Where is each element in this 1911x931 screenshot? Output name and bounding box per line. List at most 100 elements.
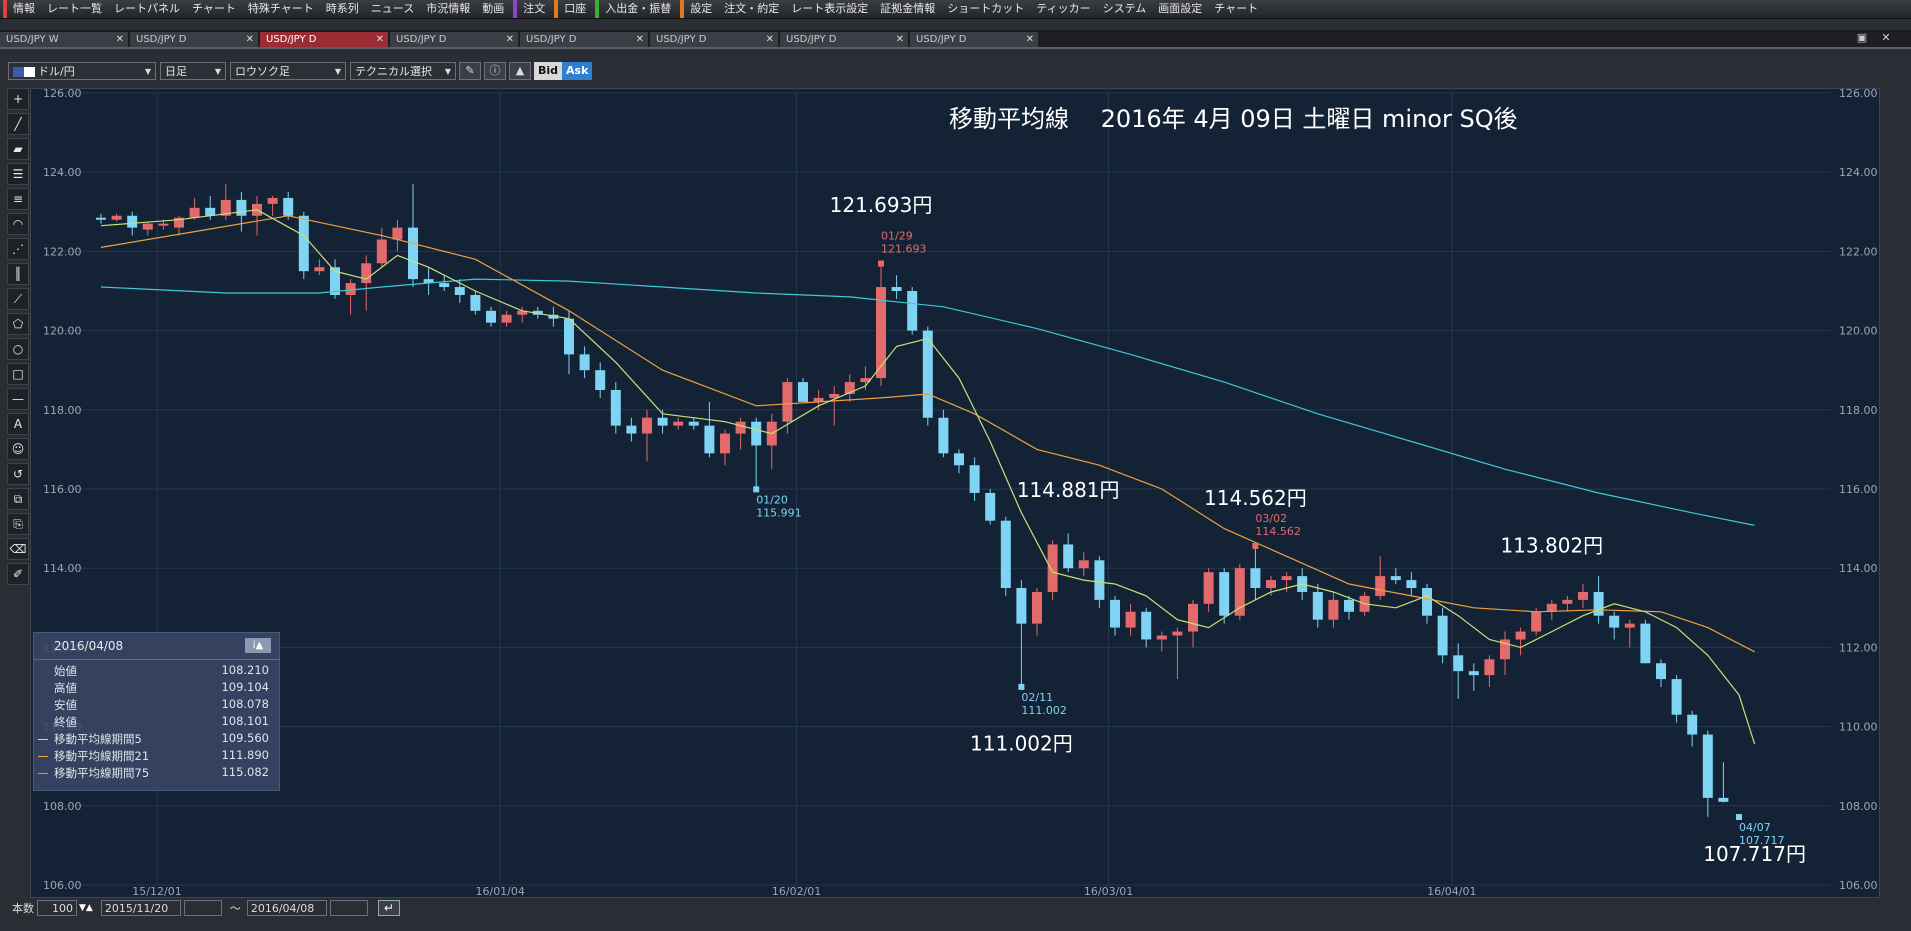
period-select[interactable]: 日足 ▼ <box>160 62 226 80</box>
candle-body <box>1687 714 1698 735</box>
restore-icon[interactable]: ▣ <box>1852 30 1872 45</box>
menu-item-16[interactable]: ショートカット <box>941 0 1030 18</box>
ruler-icon[interactable]: ▰ <box>7 138 29 160</box>
chart-tab[interactable]: USD/JPY D ✕ <box>780 32 908 47</box>
pitchfork-icon[interactable]: ⟋ <box>7 288 29 310</box>
to-date-field[interactable]: 2016/04/08 <box>246 900 327 916</box>
circle-icon[interactable]: ○ <box>7 338 29 360</box>
candle-body <box>1702 734 1713 798</box>
menu-item-7[interactable]: 市況情報 <box>420 0 476 18</box>
info-row: 始値 108.210 <box>34 663 279 680</box>
info-value: 109.104 <box>221 680 269 694</box>
candle-body <box>1219 572 1230 616</box>
count-field[interactable]: 100 <box>37 900 77 916</box>
pentagon-icon[interactable]: ⬠ <box>7 313 29 335</box>
eraser-all-icon[interactable]: ✐ <box>7 563 29 585</box>
chart-area[interactable]: 126.00 126.00 124.00 124.00 122.00 122.00 120.… <box>30 87 1880 898</box>
menu-item-15[interactable]: 証拠金情報 <box>874 0 941 18</box>
from-time-field[interactable] <box>183 900 222 916</box>
menu-item-20[interactable]: チャート <box>1208 0 1264 18</box>
trendline-icon[interactable]: ╱ <box>7 113 29 135</box>
candle-body <box>1141 611 1152 640</box>
candle-body <box>688 421 699 426</box>
close-tab-icon[interactable]: ✕ <box>896 32 904 47</box>
bid-button[interactable]: Bid <box>534 62 563 80</box>
undo-icon[interactable]: ↺ <box>7 463 29 485</box>
legend-swatch <box>38 739 48 740</box>
close-tab-icon[interactable]: ✕ <box>246 32 254 47</box>
candle-body <box>1718 797 1729 802</box>
horizontal-lines-icon[interactable]: ☰ <box>7 163 29 185</box>
menu-item-10[interactable]: 口座 <box>554 0 592 18</box>
chart-tab[interactable]: USD/JPY W ✕ <box>0 32 128 47</box>
candle-body <box>720 433 730 454</box>
x-tick-label: 16/04/01 <box>1427 885 1476 897</box>
menu-item-9[interactable]: 注文 <box>513 0 551 18</box>
menu-item-17[interactable]: ティッカー <box>1030 0 1096 18</box>
close-tab-icon[interactable]: ✕ <box>116 32 124 47</box>
extreme-marker <box>753 486 760 493</box>
menu-item-19[interactable]: 画面設定 <box>1152 0 1208 18</box>
pen-icon[interactable]: ✎ <box>459 62 481 80</box>
to-time-field[interactable] <box>329 900 368 916</box>
vertical-lines-icon[interactable]: ║ <box>7 263 29 285</box>
arc-icon[interactable]: ◠ <box>7 213 29 235</box>
menu-item-2[interactable]: レートパネル <box>108 0 186 18</box>
copy-icon[interactable]: ⧉ <box>7 488 29 510</box>
return-icon[interactable]: ↵ <box>377 900 400 916</box>
close-window-icon[interactable]: ✕ <box>1876 30 1896 45</box>
menu-item-3[interactable]: チャート <box>186 0 242 18</box>
candle-body <box>1156 635 1167 640</box>
candle-body <box>1032 591 1042 624</box>
candle-body <box>642 417 652 434</box>
candlestick-chart[interactable]: 126.00 126.00 124.00 124.00 122.00 122.00 120.… <box>31 87 1879 898</box>
info-icon[interactable]: ⓘ <box>484 62 506 80</box>
close-tab-icon[interactable]: ✕ <box>766 32 774 47</box>
crosshair-icon[interactable]: + <box>7 88 29 110</box>
candle-body <box>969 465 980 493</box>
menu-item-12[interactable]: 設定 <box>680 0 718 18</box>
chart-tab[interactable]: USD/JPY D ✕ <box>520 32 648 47</box>
candle-body <box>1468 671 1479 676</box>
icon-tool-icon[interactable]: ☺ <box>7 438 29 460</box>
candle-body <box>127 215 138 228</box>
info-row: 安値 108.078 <box>34 697 279 714</box>
close-tab-icon[interactable]: ✕ <box>506 32 514 47</box>
fan-icon[interactable]: ⋰ <box>7 238 29 260</box>
stepper-icon[interactable]: ▼▲ <box>79 903 93 913</box>
hline-icon[interactable]: — <box>7 388 29 410</box>
chart-tab[interactable]: USD/JPY D ✕ <box>910 32 1038 47</box>
menu-item-6[interactable]: ニュース <box>365 0 420 18</box>
price-annotation: 114.562円 <box>1204 486 1307 510</box>
menu-item-8[interactable]: 動画 <box>476 0 510 18</box>
text-tool-icon[interactable]: A <box>7 413 29 435</box>
candle-body <box>345 283 356 295</box>
chart-tab[interactable]: USD/JPY D ✕ <box>650 32 778 47</box>
chart-tab[interactable]: USD/JPY D ✕ <box>390 32 518 47</box>
close-tab-icon[interactable]: ✕ <box>1026 32 1034 47</box>
chart-style-select[interactable]: ロウソク足 ▼ <box>230 62 346 80</box>
info-collapse-button[interactable]: i▲ <box>245 638 271 653</box>
chart-tab[interactable]: USD/JPY D ✕ <box>260 32 388 47</box>
paste-icon[interactable]: ⎘ <box>7 513 29 535</box>
rectangle-icon[interactable]: □ <box>7 363 29 385</box>
close-tab-icon[interactable]: ✕ <box>376 32 384 47</box>
eraser-icon[interactable]: ⌫ <box>7 538 29 560</box>
channel-lines-icon[interactable]: ≡ <box>7 188 29 210</box>
menu-item-1[interactable]: レート一覧 <box>41 0 108 18</box>
chart-tab[interactable]: USD/JPY D ✕ <box>130 32 258 47</box>
ask-button[interactable]: Ask <box>562 62 593 80</box>
menu-item-18[interactable]: システム <box>1097 0 1153 18</box>
menu-item-11[interactable]: 入出金・振替 <box>595 0 677 18</box>
area-chart-icon[interactable]: ▲ <box>509 62 531 80</box>
close-tab-icon[interactable]: ✕ <box>636 32 644 47</box>
menu-item-5[interactable]: 時系列 <box>320 0 365 18</box>
from-date-field[interactable]: 2015/11/20 <box>100 900 181 916</box>
currency-pair-select[interactable]: ドル/円 ▼ <box>8 62 156 80</box>
menu-item-14[interactable]: レート表示設定 <box>785 0 874 18</box>
technical-select[interactable]: テクニカル選択 ▼ <box>350 62 456 80</box>
menu-item-13[interactable]: 注文・約定 <box>718 0 785 18</box>
candle-body <box>1110 599 1120 628</box>
menu-item-4[interactable]: 特殊チャート <box>242 0 320 18</box>
menu-item-0[interactable]: 情報 <box>3 0 41 18</box>
